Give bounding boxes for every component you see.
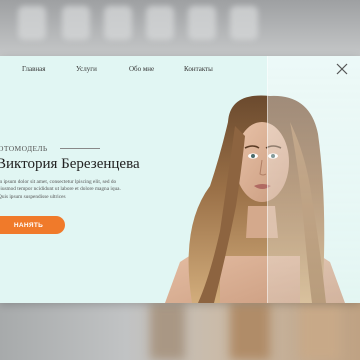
hero-title: Виктория Березенцева: [0, 156, 140, 172]
blurred-shape: [150, 303, 185, 360]
nav-item-home[interactable]: Главная: [22, 65, 46, 73]
blurred-shape: [62, 6, 90, 40]
hire-button[interactable]: НАНЯТЬ: [0, 216, 65, 234]
blurred-shape: [230, 6, 258, 40]
blurred-shape: [104, 6, 132, 40]
blurred-shape: [230, 303, 270, 360]
blurred-shape: [146, 6, 174, 40]
close-icon[interactable]: [336, 63, 348, 75]
frosted-overlay: [267, 56, 360, 303]
hero-description: m ipsum dolor sit amet, consectetur lpis…: [0, 179, 121, 200]
blurred-background-top: [0, 0, 360, 56]
eyebrow-divider: [60, 148, 100, 149]
hero-eyebrow: ОТОМОДЕЛЬ: [0, 144, 48, 153]
blurred-shape: [18, 6, 46, 40]
blurred-shape: [188, 6, 216, 40]
blurred-shape: [300, 303, 340, 360]
site-card: ∙ Главная Услуги Обо мне Контакты ОТОМОД…: [0, 56, 360, 303]
nav-item-services[interactable]: Услуги: [76, 65, 97, 73]
blurred-background-bottom: [0, 303, 360, 360]
